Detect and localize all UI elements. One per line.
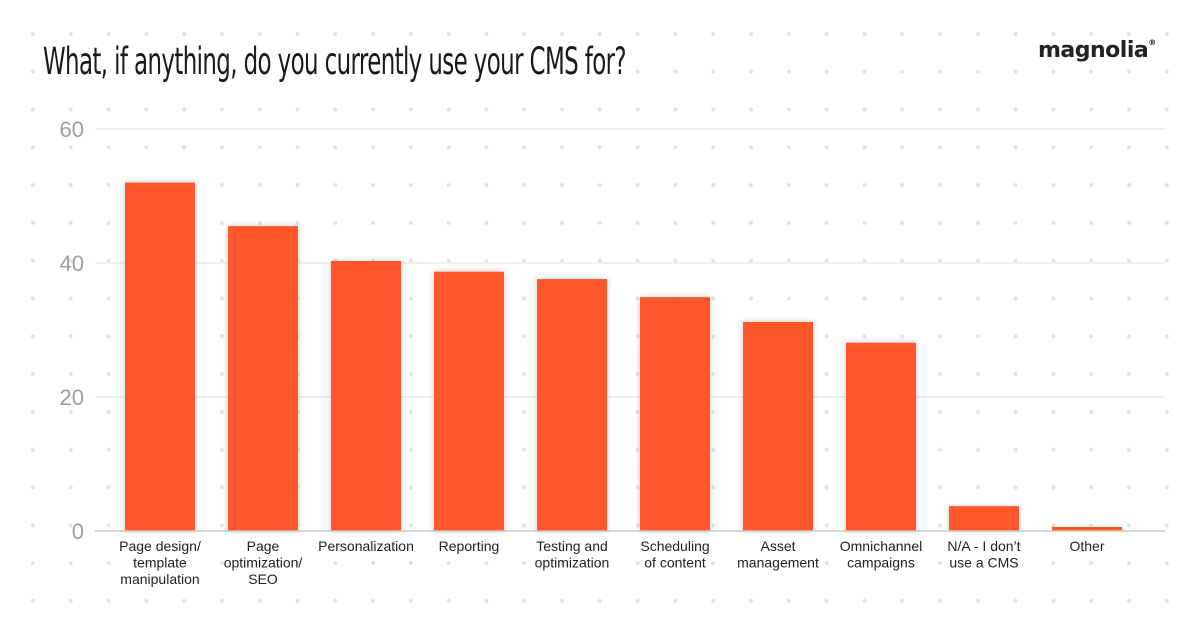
bar [949,506,1019,531]
y-tick-label: 40 [60,251,84,276]
bar [743,321,813,531]
x-tick-label-line: management [737,555,819,571]
x-tick-label: Other [1069,538,1104,554]
x-tick-label-line: Omnichannel [840,538,923,554]
x-tick-label-line: campaigns [847,555,915,571]
x-tick-label: Testing and optimization [535,538,610,571]
x-tick-label: Personalization [318,538,414,554]
x-tick-label-line: Asset [760,538,795,554]
x-tick-label-line: Personalization [318,538,414,554]
bar-chart: 0 20 40 60 Page design/template manipulation… [60,117,1165,587]
x-tick-label-line: Reporting [439,538,500,554]
x-tick-label-line: N/A - I don’t [947,538,1020,554]
x-tick-label-line: Other [1069,538,1104,554]
x-tick-label: Scheduling of content [640,538,709,571]
x-tick-label-line: Page [247,538,280,554]
x-tick-label: Page optimization/SEO [224,538,303,587]
bars [125,182,1122,531]
x-tick-label: Asset management [737,538,819,571]
x-tick-label-line: of content [644,555,706,571]
x-tick-label: N/A - I don’t use a CMS [947,538,1020,571]
bar [640,297,710,531]
x-tick-label: Page design/template manipulation [119,538,201,587]
bar [846,342,916,531]
x-tick-label-line: Testing and [536,538,608,554]
x-tick-label-line: template [133,555,187,571]
x-tick-label: Omnichannel campaigns [840,538,923,571]
x-tick-label-line: Page design/ [119,538,201,554]
x-tick-label-line: SEO [248,571,278,587]
x-tick-label-line: use a CMS [949,555,1018,571]
x-tick-label: Reporting [439,538,500,554]
y-tick-label: 20 [60,385,84,410]
bar [228,226,298,531]
bar [331,260,401,531]
bar [537,279,607,531]
bar [434,271,504,531]
y-tick-label: 0 [72,519,84,544]
x-axis-labels: Page design/template manipulationPage opti… [119,538,1105,587]
x-tick-label-line: optimization/ [224,555,303,571]
x-tick-label-line: manipulation [120,571,199,587]
bar [125,182,195,531]
x-tick-label-line: Scheduling [640,538,709,554]
x-tick-label-line: optimization [535,555,610,571]
y-tick-label: 60 [60,117,84,142]
y-axis-ticks: 0 20 40 60 [60,117,84,544]
